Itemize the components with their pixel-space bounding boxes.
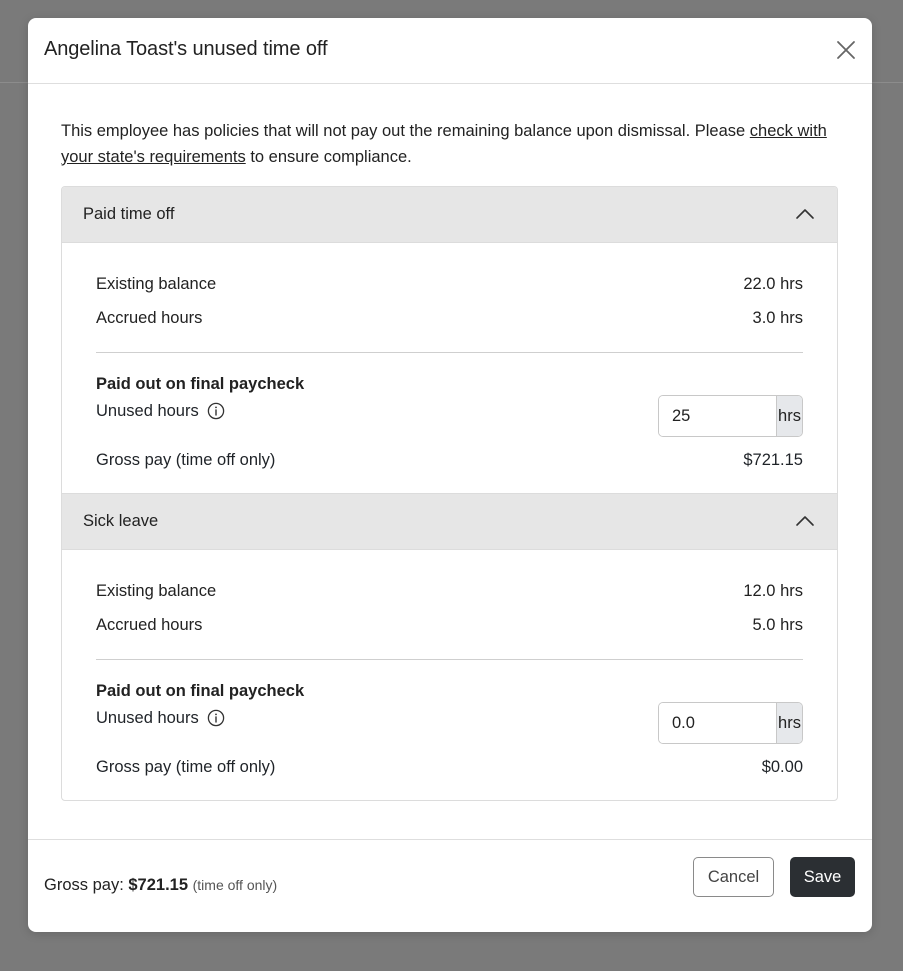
cancel-button[interactable]: Cancel — [693, 857, 774, 897]
info-icon[interactable] — [207, 402, 225, 420]
existing-balance-value: 12.0 hrs — [743, 582, 803, 600]
dialog-title: Angelina Toast's unused time off — [44, 38, 328, 60]
unused-hours-input-group: hrs — [658, 395, 803, 437]
existing-balance-value: 22.0 hrs — [743, 275, 803, 293]
accrued-hours-value: 5.0 hrs — [752, 616, 803, 634]
payout-notice: This employee has policies that will not… — [61, 118, 838, 170]
section-body-sick-leave: Existing balance 12.0 hrs Accrued hours … — [62, 550, 837, 800]
dialog-footer: Gross pay: $721.15 (time off only) Cance… — [28, 839, 872, 932]
info-icon[interactable] — [207, 709, 225, 727]
gross-pay-row: Gross pay (time off only) $0.00 — [96, 754, 803, 780]
existing-balance-row: Existing balance 22.0 hrs — [96, 267, 803, 301]
accrued-hours-label: Accrued hours — [96, 309, 203, 327]
chevron-up-icon — [796, 516, 814, 526]
unused-hours-row: Unused hours hrs — [96, 702, 803, 744]
unused-hours-input[interactable] — [659, 396, 776, 436]
divider — [96, 659, 803, 660]
chevron-up-icon — [796, 209, 814, 219]
close-button[interactable] — [834, 38, 858, 62]
unused-hours-input[interactable] — [659, 703, 776, 743]
existing-balance-label: Existing balance — [96, 582, 217, 600]
unused-hours-label-group: Unused hours — [96, 707, 225, 729]
gross-pay-value: $0.00 — [761, 758, 803, 776]
dialog-header: Angelina Toast's unused time off — [28, 18, 872, 84]
accrued-hours-value: 3.0 hrs — [752, 309, 803, 327]
divider — [96, 352, 803, 353]
gross-pay-value: $721.15 — [743, 451, 803, 469]
hours-unit-label: hrs — [776, 396, 802, 436]
gross-pay-label: Gross pay (time off only) — [96, 451, 276, 469]
save-button[interactable]: Save — [790, 857, 855, 897]
footer-gross-note: (time off only) — [192, 877, 278, 893]
section-body-paid-time-off: Existing balance 22.0 hrs Accrued hours … — [62, 243, 837, 493]
unused-hours-label: Unused hours — [96, 709, 199, 727]
accrued-hours-row: Accrued hours 3.0 hrs — [96, 301, 803, 335]
close-icon — [837, 41, 855, 59]
footer-gross-label: Gross pay: — [44, 876, 129, 894]
existing-balance-row: Existing balance 12.0 hrs — [96, 574, 803, 608]
footer-gross-amount: $721.15 — [128, 876, 189, 894]
footer-gross-pay: Gross pay: $721.15 (time off only) — [44, 876, 277, 895]
hours-unit-label: hrs — [776, 703, 802, 743]
gross-pay-row: Gross pay (time off only) $721.15 — [96, 447, 803, 473]
section-header-sick-leave[interactable]: Sick leave — [62, 493, 837, 550]
notice-text-after: to ensure compliance. — [245, 148, 412, 166]
section-header-paid-time-off[interactable]: Paid time off — [62, 187, 837, 243]
dialog-body: This employee has policies that will not… — [61, 118, 838, 801]
accrued-hours-row: Accrued hours 5.0 hrs — [96, 608, 803, 642]
unused-hours-row: Unused hours hrs — [96, 395, 803, 437]
unused-hours-label: Unused hours — [96, 402, 199, 420]
existing-balance-label: Existing balance — [96, 275, 217, 293]
unused-hours-label-group: Unused hours — [96, 400, 225, 422]
unused-time-off-dialog: Angelina Toast's unused time off This em… — [28, 18, 872, 932]
unused-hours-input-group: hrs — [658, 702, 803, 744]
section-title: Sick leave — [83, 512, 159, 530]
time-off-accordion: Paid time off Existing balance 22.0 hrs … — [61, 186, 838, 801]
section-title: Paid time off — [83, 205, 175, 223]
paid-out-title: Paid out on final paycheck — [96, 375, 305, 393]
accrued-hours-label: Accrued hours — [96, 616, 203, 634]
gross-pay-label: Gross pay (time off only) — [96, 758, 276, 776]
notice-text-before: This employee has policies that will not… — [61, 122, 750, 140]
paid-out-title: Paid out on final paycheck — [96, 682, 305, 700]
